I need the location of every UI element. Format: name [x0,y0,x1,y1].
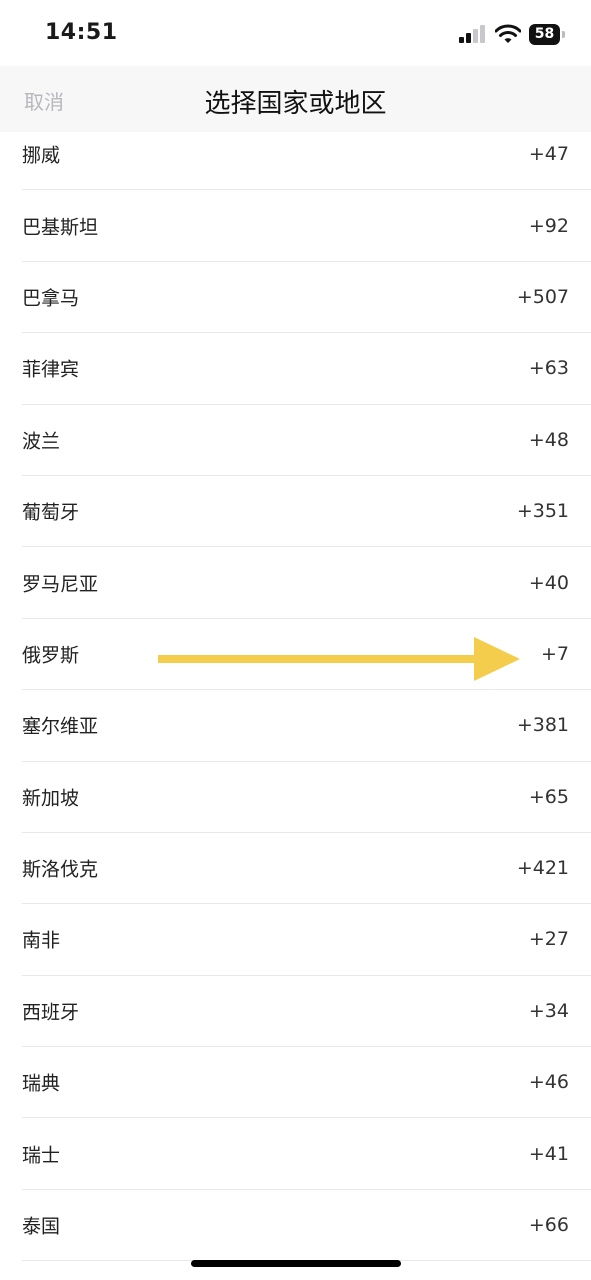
country-name: 波兰 [22,430,61,453]
dial-code: +351 [516,500,569,523]
country-name: 葡萄牙 [22,501,80,524]
battery-level: 58 [529,23,560,45]
list-item[interactable]: 巴基斯坦 +92 [22,190,591,262]
list-item[interactable]: 巴拿马 +507 [22,262,591,334]
dial-code: +507 [516,285,569,308]
home-indicator [191,1260,401,1267]
dial-code: +40 [528,571,569,594]
dial-code: +46 [528,1071,569,1094]
dial-code: +34 [528,999,569,1022]
list-item[interactable]: 菲律宾 +63 [22,333,591,405]
dial-code: +66 [528,1214,569,1237]
list-item[interactable]: 挪威 +47 [22,119,591,191]
list-item[interactable]: 南非 +27 [22,904,591,976]
country-name: 瑞典 [22,1072,61,1095]
dial-code: +47 [528,143,569,166]
list-item[interactable]: 斯洛伐克 +421 [22,833,591,905]
list-item[interactable]: 瑞典 +46 [22,1047,591,1119]
dial-code: +65 [528,785,569,808]
list-item[interactable]: 塞尔维亚 +381 [22,690,591,762]
cellular-signal-icon [459,25,485,43]
dial-code: +7 [540,642,569,665]
wifi-icon [495,24,521,43]
dial-code: +421 [516,857,569,880]
dial-code: +381 [516,714,569,737]
status-icons: 58 [459,22,565,46]
country-list: 挪威 +47 巴基斯坦 +92 巴拿马 +507 菲律宾 +63 波兰 +48 葡萄牙 +351 罗马尼… [0,119,591,1262]
country-name: 挪威 [22,144,61,167]
status-time: 14:51 [45,20,118,45]
list-item[interactable]: 葡萄牙 +351 [22,476,591,548]
country-name: 罗马尼亚 [22,573,99,596]
country-name: 俄罗斯 [22,644,80,667]
country-name: 斯洛伐克 [22,858,99,881]
dial-code: +27 [528,928,569,951]
dial-code: +48 [528,428,569,451]
country-name: 南非 [22,929,61,952]
country-name: 巴基斯坦 [22,216,99,239]
country-name: 西班牙 [22,1001,80,1024]
country-name: 泰国 [22,1215,61,1238]
list-item[interactable]: 罗马尼亚 +40 [22,547,591,619]
country-name: 新加坡 [22,787,80,810]
dial-code: +92 [528,214,569,237]
list-item[interactable]: 西班牙 +34 [22,976,591,1048]
list-item[interactable]: 泰国 +66 [22,1190,591,1262]
country-name: 塞尔维亚 [22,715,99,738]
country-name: 巴拿马 [22,287,80,310]
country-name: 菲律宾 [22,358,80,381]
battery-icon: 58 [529,23,565,45]
status-bar: 14:51 58 [0,0,591,66]
dial-code: +41 [528,1142,569,1165]
page-title: 选择国家或地区 [204,89,387,119]
list-item[interactable]: 瑞士 +41 [22,1118,591,1190]
country-name: 瑞士 [22,1144,61,1167]
arrow-right-icon [158,637,520,681]
list-item[interactable]: 新加坡 +65 [22,762,591,833]
list-item[interactable]: 波兰 +48 [22,405,591,476]
dial-code: +63 [528,357,569,380]
